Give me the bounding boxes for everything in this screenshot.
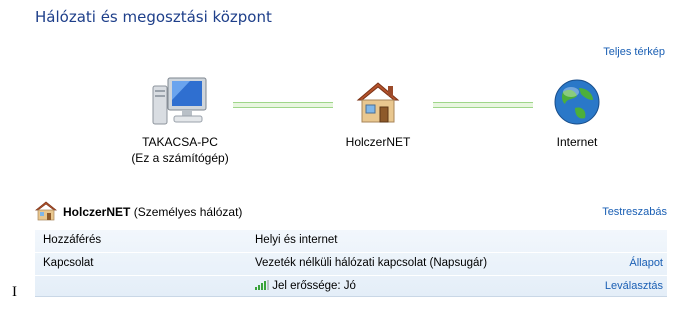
connection-value: Vezeték nélküli hálózati kapcsolat (Naps… — [255, 257, 488, 269]
connection-label: Kapcsolat — [43, 257, 94, 269]
house-network-icon[interactable] — [354, 78, 402, 126]
signal-strength-icon — [255, 280, 269, 290]
access-value: Helyi és internet — [255, 234, 338, 246]
signal-value: Jel erőssége: Jó — [272, 280, 356, 292]
node-label-computer: TAKACSA-PC (Ez a számítógép) — [115, 134, 245, 166]
access-label: Hozzáférés — [43, 234, 102, 246]
panel-bottom-border — [35, 296, 667, 297]
node-label-internet: Internet — [556, 135, 598, 149]
connection-row: Kapcsolat Vezeték nélküli hálózati kapcs… — [35, 253, 667, 275]
text-cursor: I — [12, 284, 17, 300]
customize-link[interactable]: Testreszabás — [602, 206, 667, 218]
status-link[interactable]: Állapot — [629, 257, 663, 269]
connection-pc-router — [233, 102, 333, 108]
computer-icon[interactable] — [150, 76, 208, 128]
connection-router-internet — [433, 102, 533, 108]
access-row: Hozzáférés Helyi és internet — [35, 230, 667, 252]
disconnect-link[interactable]: Leválasztás — [605, 280, 663, 292]
page-title: Hálózati és megosztási központ — [35, 8, 272, 26]
signal-value-wrap: Jel erőssége: Jó — [255, 280, 356, 292]
network-header: HolczerNET (Személyes hálózat) Testresza… — [35, 199, 667, 225]
globe-icon[interactable] — [553, 78, 601, 126]
signal-row: Jel erőssége: Jó Leválasztás — [35, 276, 667, 298]
network-type: (Személyes hálózat) — [133, 205, 243, 219]
network-title: HolczerNET (Személyes hálózat) — [63, 205, 242, 219]
computer-sublabel: (Ez a számítógép) — [131, 151, 229, 165]
node-label-router: HolczerNET — [345, 135, 411, 149]
network-details-panel: Hozzáférés Helyi és internet Kapcsolat V… — [35, 230, 667, 296]
computer-name: TAKACSA-PC — [142, 135, 218, 149]
full-map-link[interactable]: Teljes térkép — [603, 46, 665, 58]
network-house-icon — [35, 201, 57, 221]
network-name: HolczerNET — [63, 205, 131, 219]
